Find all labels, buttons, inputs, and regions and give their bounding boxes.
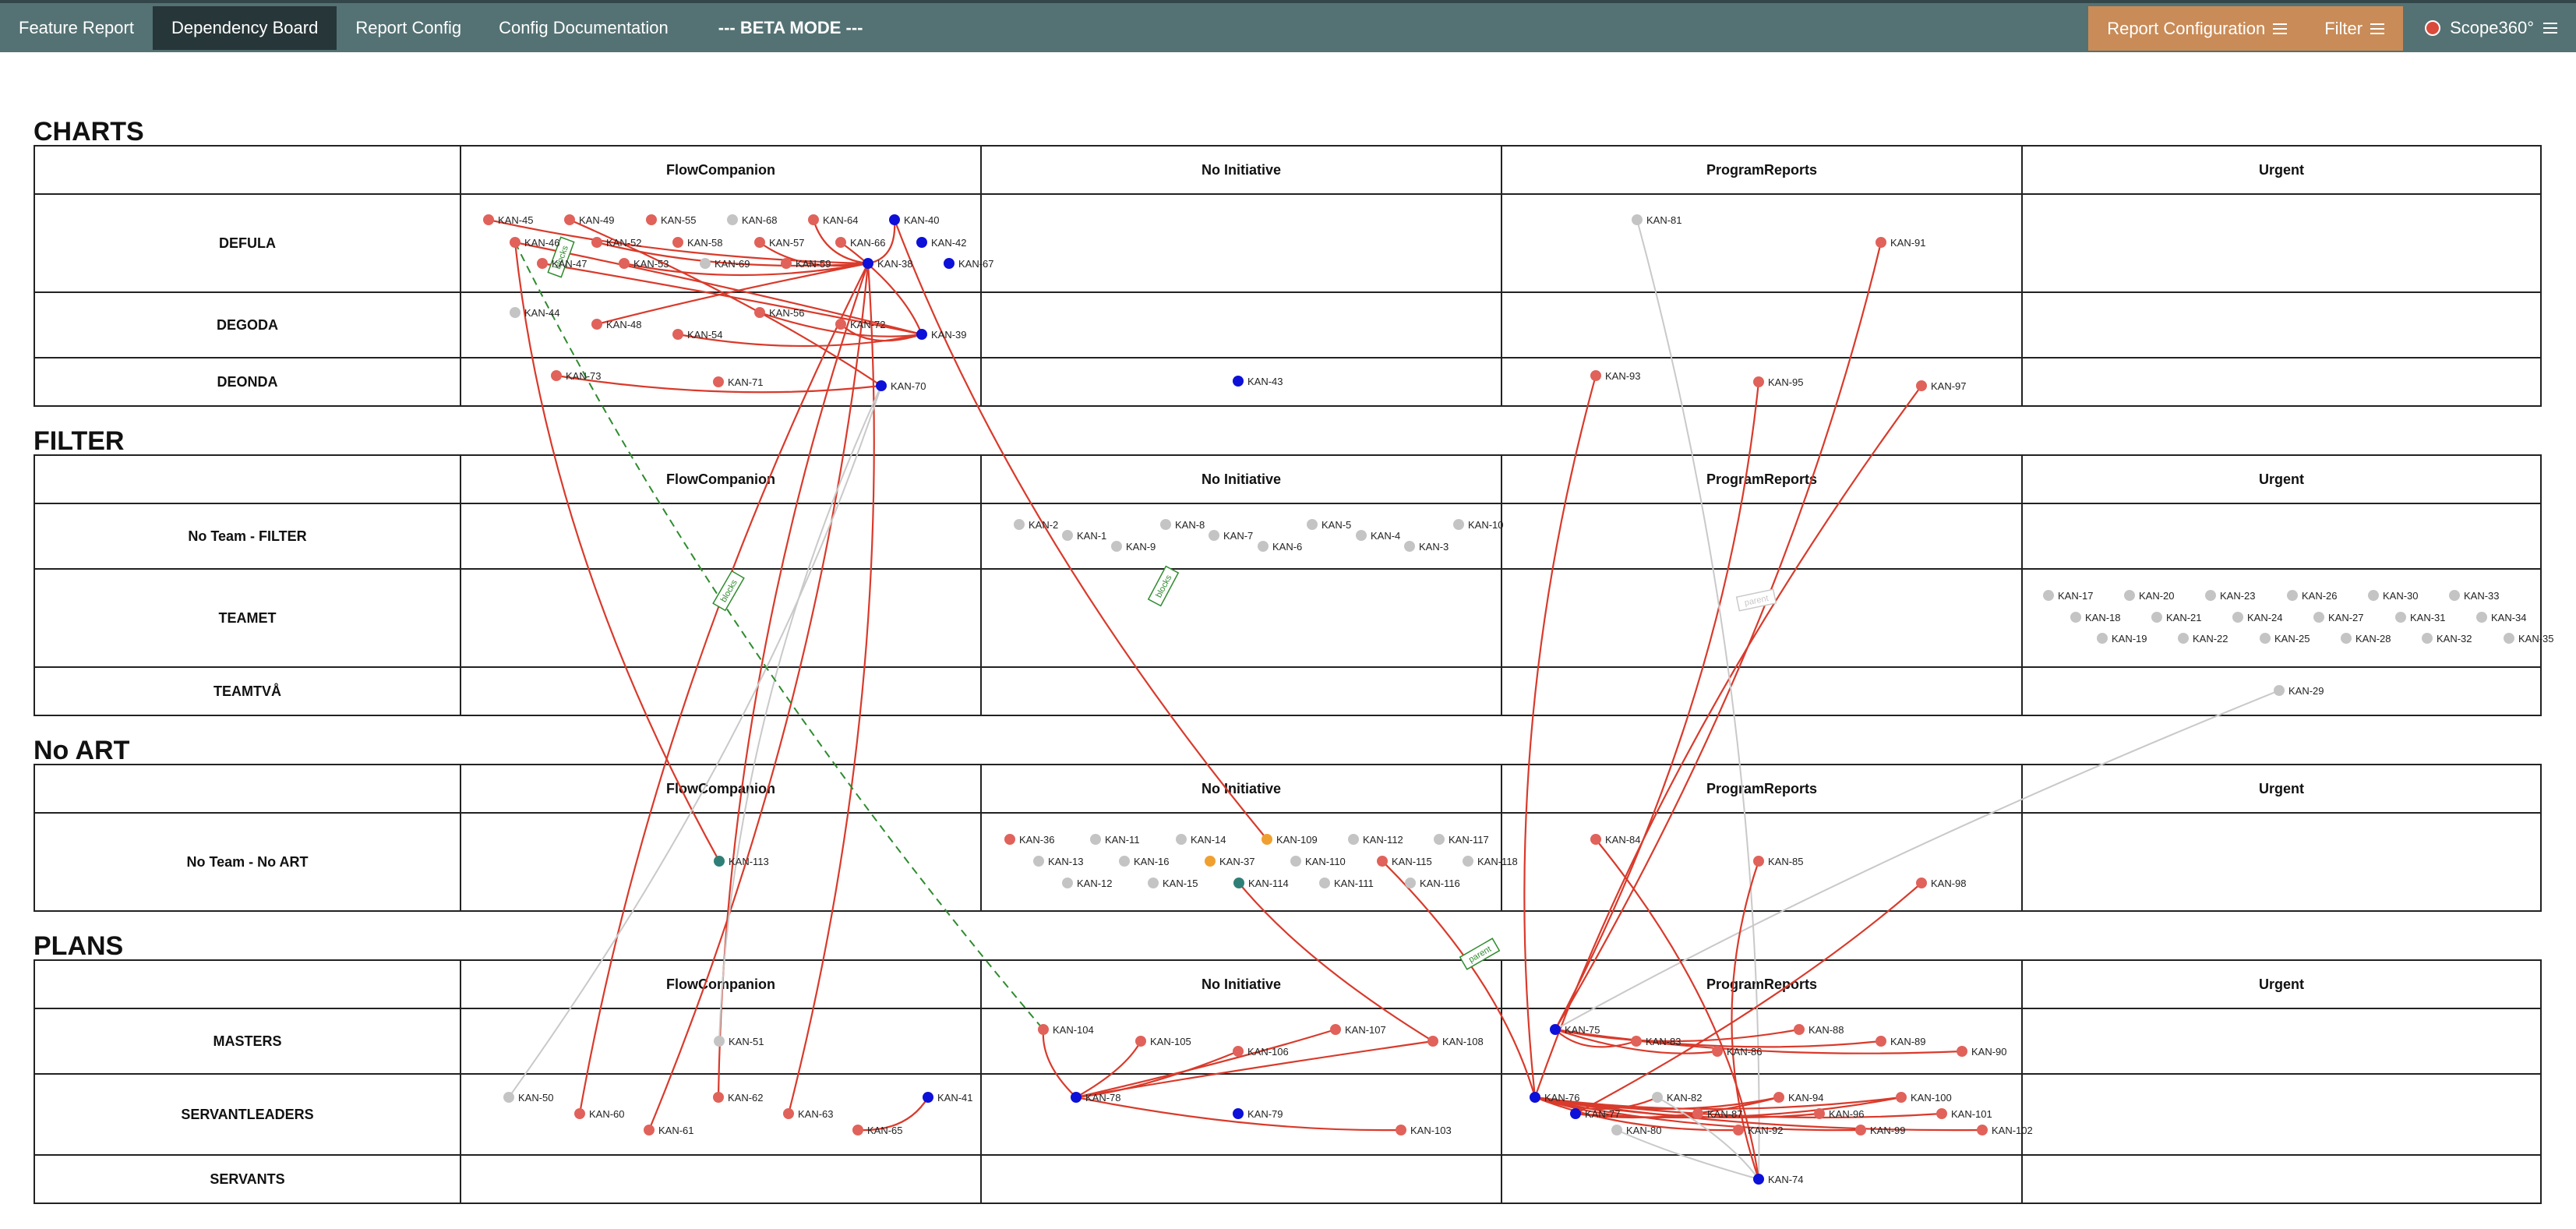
board-cell [1501, 291, 2023, 358]
board-cell [1501, 812, 2023, 912]
board-cell [2021, 357, 2542, 407]
board-cell [2021, 1008, 2542, 1075]
board-cell [2021, 291, 2542, 358]
section-title-plans: PLANS [34, 931, 124, 961]
top-nav-bar: Feature Report Dependency Board Report C… [0, 0, 2576, 52]
column-header: No Initiative [980, 764, 1502, 814]
column-header: Urgent [2021, 959, 2542, 1009]
board-cell [2021, 568, 2542, 668]
scope360-logo-icon [2425, 19, 2441, 36]
board-cell [980, 193, 1502, 293]
board-cell [1501, 1008, 2023, 1075]
section-table-filter: FlowCompanion No Initiative ProgramRepor… [34, 454, 2542, 716]
config-filter-group: Report Configuration Filter [2088, 6, 2404, 51]
report-configuration-button[interactable]: Report Configuration [2088, 19, 2306, 39]
row-header: TEAMTVÅ [34, 666, 461, 716]
row-header: TEAMET [34, 568, 461, 668]
section-table-plans: FlowCompanion No Initiative ProgramRepor… [34, 959, 2542, 1204]
beta-mode-label: --- BETA MODE --- [718, 17, 863, 37]
column-header: Urgent [2021, 764, 2542, 814]
column-header: FlowCompanion [460, 764, 982, 814]
board-cell [460, 1073, 982, 1156]
report-configuration-label: Report Configuration [2107, 18, 2266, 38]
brand[interactable]: Scope360° [2403, 18, 2576, 38]
corner-cell [34, 454, 461, 504]
tab-report-config[interactable]: Report Config [337, 6, 480, 50]
board-cell [980, 666, 1502, 716]
menu-icon [2273, 23, 2288, 34]
board-cell [2021, 666, 2542, 716]
main-nav: Feature Report Dependency Board Report C… [0, 3, 882, 52]
board-cell [460, 503, 982, 570]
board-cell [2021, 812, 2542, 912]
column-header: ProgramReports [1501, 764, 2023, 814]
row-header: DEFULA [34, 193, 461, 293]
corner-cell [34, 764, 461, 814]
board-cell [460, 291, 982, 358]
board-cell [1501, 357, 2023, 407]
column-header: ProgramReports [1501, 454, 2023, 504]
board-cell [980, 291, 1502, 358]
board-cell [980, 357, 1502, 407]
column-header: No Initiative [980, 454, 1502, 504]
section-title-filter: FILTER [34, 426, 125, 456]
row-header: SERVANTLEADERS [34, 1073, 461, 1156]
board-cell [1501, 1073, 2023, 1156]
corner-cell [34, 959, 461, 1009]
section-table-charts: FlowCompanion No Initiative ProgramRepor… [34, 145, 2542, 407]
column-header: No Initiative [980, 145, 1502, 195]
board-cell [2021, 503, 2542, 570]
tab-config-documentation[interactable]: Config Documentation [480, 6, 687, 50]
row-header: MASTERS [34, 1008, 461, 1075]
menu-icon [2543, 22, 2557, 34]
column-header: Urgent [2021, 454, 2542, 504]
tab-dependency-board[interactable]: Dependency Board [152, 5, 337, 50]
row-header: DEONDA [34, 357, 461, 407]
board-cell [1501, 503, 2023, 570]
board-cell [460, 666, 982, 716]
board-cell [980, 812, 1502, 912]
column-header: Urgent [2021, 145, 2542, 195]
column-header: ProgramReports [1501, 959, 2023, 1009]
board-cell [2021, 1154, 2542, 1204]
row-header: No Team - FILTER [34, 503, 461, 570]
board-cell [1501, 568, 2023, 668]
board-cell [980, 1154, 1502, 1204]
filter-label: Filter [2324, 18, 2363, 38]
column-header: FlowCompanion [460, 145, 982, 195]
board-cell [460, 1154, 982, 1204]
section-title-charts: CHARTS [34, 117, 144, 147]
tab-feature-report[interactable]: Feature Report [0, 6, 153, 50]
board-cell [460, 357, 982, 407]
row-header: SERVANTS [34, 1154, 461, 1204]
filter-button[interactable]: Filter [2306, 19, 2403, 39]
section-title-no-art: No ART [34, 736, 130, 765]
section-table-no-art: FlowCompanion No Initiative ProgramRepor… [34, 764, 2542, 912]
corner-cell [34, 145, 461, 195]
row-header: No Team - No ART [34, 812, 461, 912]
board-cell [460, 1008, 982, 1075]
board-cell [1501, 1154, 2023, 1204]
brand-name: Scope360° [2450, 17, 2534, 37]
board-cell [460, 812, 982, 912]
board-cell [980, 503, 1502, 570]
board-cell [1501, 193, 2023, 293]
right-nav: Report Configuration Filter Scope360° [2088, 3, 2576, 52]
board-cell [460, 568, 982, 668]
column-header: FlowCompanion [460, 454, 982, 504]
board-cell [980, 1073, 1502, 1156]
column-header: ProgramReports [1501, 145, 2023, 195]
board-cell [2021, 1073, 2542, 1156]
board-cell [1501, 666, 2023, 716]
board-cell [980, 1008, 1502, 1075]
board-cell [2021, 193, 2542, 293]
menu-icon [2370, 23, 2385, 34]
column-header: No Initiative [980, 959, 1502, 1009]
board-cell [460, 193, 982, 293]
column-header: FlowCompanion [460, 959, 982, 1009]
board-cell [980, 568, 1502, 668]
row-header: DEGODA [34, 291, 461, 358]
